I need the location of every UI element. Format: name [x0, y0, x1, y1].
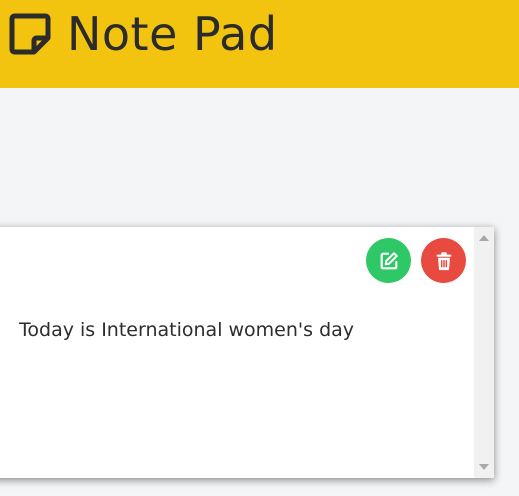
note-card: Today is International women's day: [0, 227, 494, 478]
scroll-down-arrow[interactable]: [479, 464, 489, 470]
trash-icon: [436, 251, 451, 270]
sticky-note-icon: [9, 13, 51, 55]
note-text: Today is International women's day: [19, 319, 355, 341]
edit-icon: [380, 251, 398, 269]
scroll-up-arrow[interactable]: [479, 235, 489, 241]
app-header: Note Pad: [0, 0, 519, 88]
note-scrollbar[interactable]: [474, 227, 494, 478]
app-title: Note Pad: [67, 7, 278, 61]
edit-note-button[interactable]: [366, 238, 411, 283]
delete-note-button[interactable]: [421, 238, 466, 283]
